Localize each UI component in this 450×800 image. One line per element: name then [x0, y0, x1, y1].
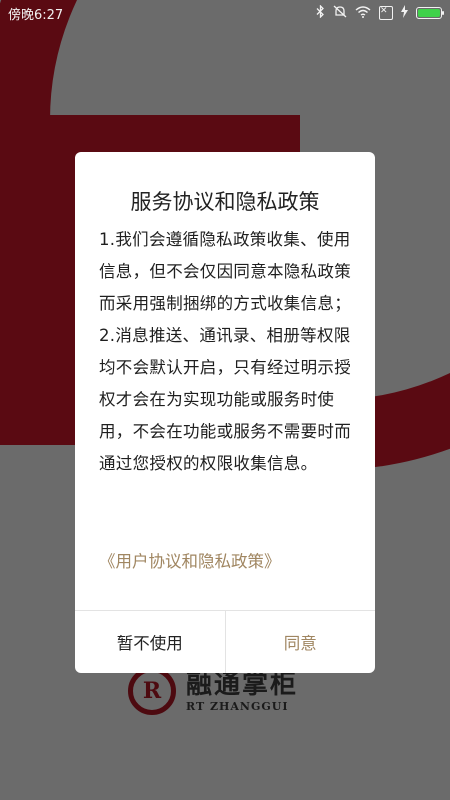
battery-icon — [416, 7, 444, 19]
app-logo: R 融通掌柜 RT ZHANGGUI — [128, 666, 298, 716]
bluetooth-icon — [316, 4, 325, 21]
wifi-icon — [355, 5, 371, 21]
close-box-icon: ✕ — [379, 6, 393, 20]
mute-icon — [333, 5, 347, 21]
status-icons: ✕ — [316, 4, 444, 21]
status-time: 傍晚6:27 — [8, 7, 64, 23]
policy-link[interactable]: 《用户协议和隐私政策》 — [99, 548, 281, 572]
logo-text: 融通掌柜 RT ZHANGGUI — [186, 670, 298, 713]
battery-level-fill — [418, 9, 440, 17]
logo-name-cn: 融通掌柜 — [186, 669, 299, 700]
dialog-title: 服务协议和隐私政策 — [130, 190, 320, 214]
dialog-button-row: 暂不使用 同意 — [75, 611, 375, 673]
logo-stem-decoration — [0, 175, 80, 445]
dialog-body: 1.我们会遵循隐私政策收集、使用信息，但不会仅因同意本隐私政策而采用强制捆绑的方… — [99, 224, 353, 480]
privacy-dialog: 服务协议和隐私政策 1.我们会遵循隐私政策收集、使用信息，但不会仅因同意本隐私政… — [75, 152, 375, 673]
decline-button[interactable]: 暂不使用 — [75, 611, 225, 673]
policy-paragraph-2: 2.消息推送、通讯录、相册等权限均不会默认开启，只有经过明示授权才会在为实现功能… — [99, 326, 351, 473]
charging-icon — [401, 5, 408, 21]
logo-mark-icon: R — [128, 667, 176, 715]
agree-button[interactable]: 同意 — [224, 611, 376, 673]
status-bar: 傍晚6:27 ✕ — [0, 0, 450, 26]
logo-name-en: RT ZHANGGUI — [186, 699, 289, 713]
policy-paragraph-1: 1.我们会遵循隐私政策收集、使用信息，但不会仅因同意本隐私政策而采用强制捆绑的方… — [99, 230, 351, 313]
